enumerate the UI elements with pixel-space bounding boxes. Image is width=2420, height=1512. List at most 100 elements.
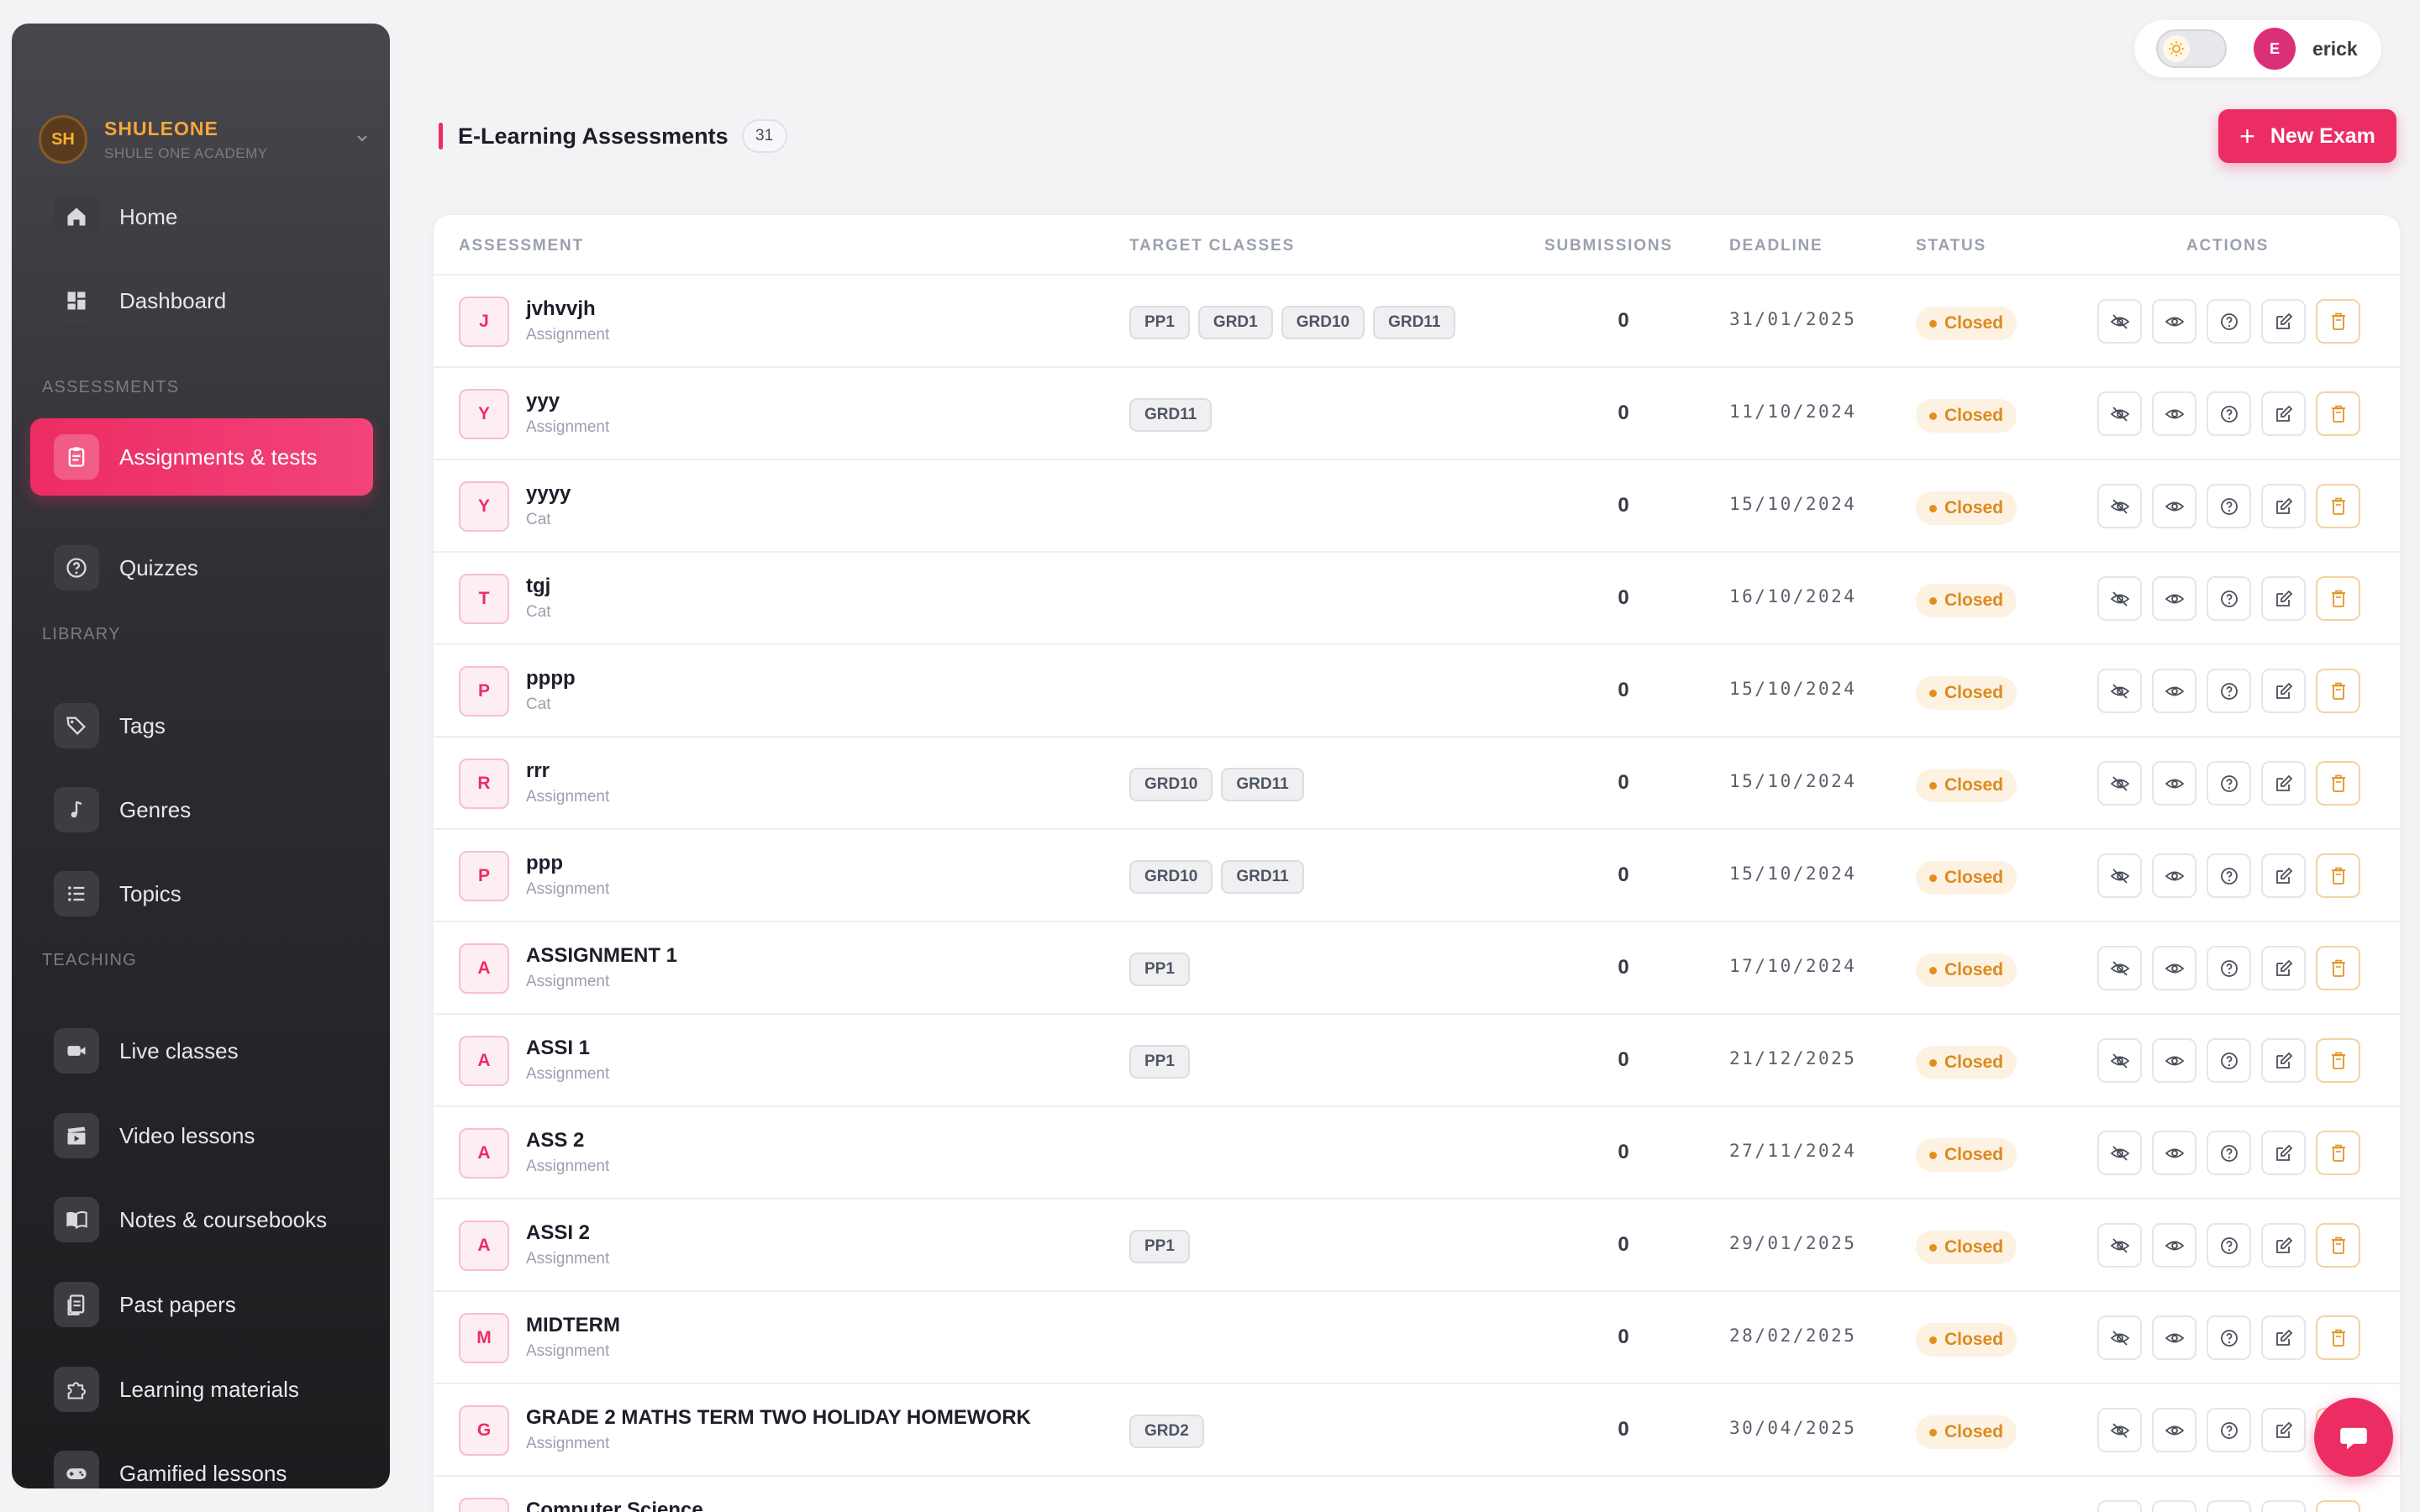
assessment-name[interactable]: GRADE 2 MATHS TERM TWO HOLIDAY HOMEWORK bbox=[526, 1406, 1031, 1430]
view-button[interactable] bbox=[2152, 946, 2196, 990]
hide-button[interactable] bbox=[2097, 946, 2142, 990]
sidebar-item-gamified-lessons[interactable]: Gamified lessons bbox=[30, 1435, 373, 1488]
assessment-name[interactable]: rrr bbox=[526, 759, 550, 783]
delete-button[interactable] bbox=[2316, 484, 2360, 528]
view-button[interactable] bbox=[2152, 299, 2196, 344]
table-row[interactable]: M MIDTERM Assignment 0 28/02/2025 Closed bbox=[434, 1292, 2400, 1384]
edit-button[interactable] bbox=[2261, 1223, 2306, 1268]
view-button[interactable] bbox=[2152, 1315, 2196, 1360]
assessment-name[interactable]: jvhvvjh bbox=[526, 297, 596, 321]
assessment-name[interactable]: ppp bbox=[526, 852, 563, 875]
edit-button[interactable] bbox=[2261, 1131, 2306, 1175]
hide-button[interactable] bbox=[2097, 576, 2142, 621]
view-button[interactable] bbox=[2152, 576, 2196, 621]
table-row[interactable]: A ASSI 2 Assignment PP1 0 29/01/2025 Closed bbox=[434, 1200, 2400, 1292]
table-row[interactable]: Jjvhvvjh Assignment PP1 GRD1 GRD10 GRD11 0 31/0… bbox=[434, 276, 2400, 368]
delete-button[interactable] bbox=[2316, 1038, 2360, 1083]
table-row[interactable]: Ttgj Cat 0 16/10/2024 Closed bbox=[434, 553, 2400, 645]
view-button[interactable] bbox=[2152, 484, 2196, 528]
delete-button[interactable] bbox=[2316, 761, 2360, 806]
delete-button[interactable] bbox=[2316, 576, 2360, 621]
sidebar-item-topics[interactable]: Topics bbox=[30, 855, 373, 932]
table-row[interactable]: G GRADE 2 MATHS TERM TWO HOLIDAY HOMEWORK… bbox=[434, 1384, 2400, 1477]
theme-toggle[interactable] bbox=[2156, 29, 2227, 68]
assessment-name[interactable]: yyy bbox=[526, 390, 560, 413]
edit-button[interactable] bbox=[2261, 1038, 2306, 1083]
sidebar-item-home[interactable]: Home bbox=[30, 178, 373, 255]
sidebar-item-quizzes[interactable]: Quizzes bbox=[30, 529, 373, 606]
assessment-name[interactable]: yyyy bbox=[526, 482, 571, 506]
delete-button[interactable] bbox=[2316, 391, 2360, 436]
view-button[interactable] bbox=[2152, 1500, 2196, 1512]
user-name[interactable]: erick bbox=[2312, 38, 2358, 60]
hide-button[interactable] bbox=[2097, 299, 2142, 344]
view-button[interactable] bbox=[2152, 1131, 2196, 1175]
help-button[interactable] bbox=[2207, 1131, 2251, 1175]
edit-button[interactable] bbox=[2261, 669, 2306, 713]
help-button[interactable] bbox=[2207, 761, 2251, 806]
table-row[interactable]: A ASSI 1 Assignment PP1 0 21/12/2025 Closed bbox=[434, 1015, 2400, 1107]
delete-button[interactable] bbox=[2316, 1315, 2360, 1360]
view-button[interactable] bbox=[2152, 1223, 2196, 1268]
delete-button[interactable] bbox=[2316, 1500, 2360, 1512]
hide-button[interactable] bbox=[2097, 391, 2142, 436]
table-row[interactable]: Ppppp Cat 0 15/10/2024 Closed bbox=[434, 645, 2400, 738]
delete-button[interactable] bbox=[2316, 669, 2360, 713]
assessment-name[interactable]: ASS 2 bbox=[526, 1129, 584, 1152]
assessment-name[interactable]: pppp bbox=[526, 667, 576, 690]
table-row[interactable]: C Computer Science bbox=[434, 1477, 2400, 1512]
help-button[interactable] bbox=[2207, 484, 2251, 528]
edit-button[interactable] bbox=[2261, 576, 2306, 621]
hide-button[interactable] bbox=[2097, 484, 2142, 528]
view-button[interactable] bbox=[2152, 761, 2196, 806]
delete-button[interactable] bbox=[2316, 1223, 2360, 1268]
edit-button[interactable] bbox=[2261, 299, 2306, 344]
view-button[interactable] bbox=[2152, 391, 2196, 436]
sidebar-item-tags[interactable]: Tags bbox=[30, 687, 373, 764]
hide-button[interactable] bbox=[2097, 1131, 2142, 1175]
edit-button[interactable] bbox=[2261, 1500, 2306, 1512]
hide-button[interactable] bbox=[2097, 1223, 2142, 1268]
help-button[interactable] bbox=[2207, 576, 2251, 621]
user-avatar[interactable]: E bbox=[2254, 28, 2296, 70]
table-row[interactable]: Pppp Assignment GRD10 GRD11 0 15/10/2024 Close… bbox=[434, 830, 2400, 922]
help-button[interactable] bbox=[2207, 853, 2251, 898]
school-switcher[interactable]: SH SHULEONE SHULE ONE ACADEMY bbox=[39, 92, 375, 186]
assessment-name[interactable]: ASSI 2 bbox=[526, 1221, 590, 1245]
new-exam-button[interactable]: + New Exam bbox=[2218, 109, 2396, 163]
hide-button[interactable] bbox=[2097, 761, 2142, 806]
hide-button[interactable] bbox=[2097, 1315, 2142, 1360]
chat-button[interactable] bbox=[2314, 1398, 2393, 1477]
help-button[interactable] bbox=[2207, 669, 2251, 713]
help-button[interactable] bbox=[2207, 299, 2251, 344]
view-button[interactable] bbox=[2152, 1408, 2196, 1452]
edit-button[interactable] bbox=[2261, 391, 2306, 436]
table-row[interactable]: Yyyy Assignment GRD11 0 11/10/2024 Closed bbox=[434, 368, 2400, 460]
assessment-name[interactable]: Computer Science bbox=[526, 1499, 703, 1512]
assessment-name[interactable]: ASSIGNMENT 1 bbox=[526, 944, 677, 968]
edit-button[interactable] bbox=[2261, 484, 2306, 528]
edit-button[interactable] bbox=[2261, 1315, 2306, 1360]
hide-button[interactable] bbox=[2097, 1408, 2142, 1452]
assessment-name[interactable]: MIDTERM bbox=[526, 1314, 620, 1337]
edit-button[interactable] bbox=[2261, 946, 2306, 990]
delete-button[interactable] bbox=[2316, 853, 2360, 898]
sidebar-item-assignments[interactable]: Assignments & tests bbox=[30, 418, 373, 496]
assessment-name[interactable]: ASSI 1 bbox=[526, 1037, 590, 1060]
view-button[interactable] bbox=[2152, 853, 2196, 898]
delete-button[interactable] bbox=[2316, 946, 2360, 990]
sidebar-item-notes[interactable]: Notes & coursebooks bbox=[30, 1181, 373, 1258]
hide-button[interactable] bbox=[2097, 669, 2142, 713]
table-row[interactable]: A ASSIGNMENT 1 Assignment PP1 0 17/10/2024 Clo… bbox=[434, 922, 2400, 1015]
delete-button[interactable] bbox=[2316, 299, 2360, 344]
help-button[interactable] bbox=[2207, 946, 2251, 990]
delete-button[interactable] bbox=[2316, 1131, 2360, 1175]
sidebar-item-past-papers[interactable]: Past papers bbox=[30, 1266, 373, 1343]
help-button[interactable] bbox=[2207, 1223, 2251, 1268]
view-button[interactable] bbox=[2152, 1038, 2196, 1083]
edit-button[interactable] bbox=[2261, 1408, 2306, 1452]
help-button[interactable] bbox=[2207, 1408, 2251, 1452]
sidebar-item-live-classes[interactable]: Live classes bbox=[30, 1012, 373, 1089]
sidebar-item-genres[interactable]: Genres bbox=[30, 771, 373, 848]
help-button[interactable] bbox=[2207, 1315, 2251, 1360]
